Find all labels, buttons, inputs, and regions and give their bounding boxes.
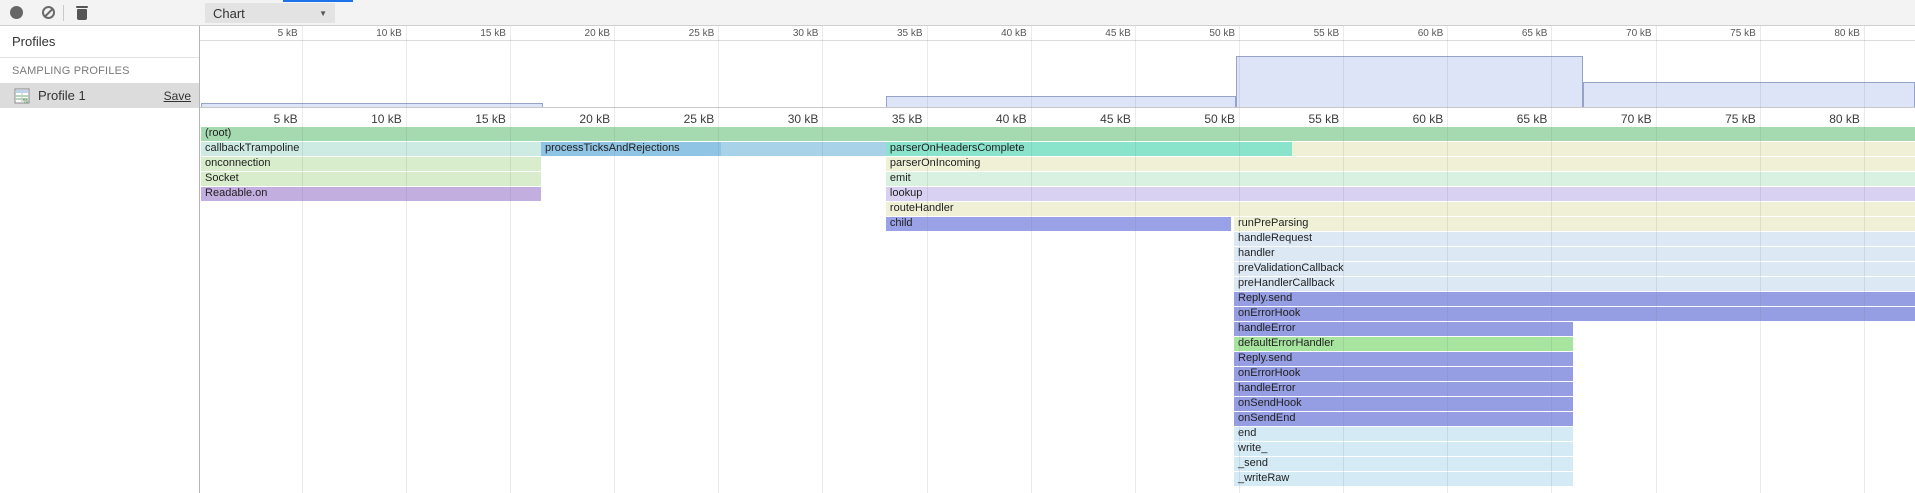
trash-icon[interactable] [76,6,88,20]
clear-icon[interactable] [42,6,55,19]
ruler-tick-label: 25 kB [654,28,714,39]
flame-bar-writeraw[interactable]: _writeRaw [1234,472,1573,486]
ruler-tick-label: 5 kB [238,28,298,39]
chart-view-select[interactable]: Chart ▼ [205,3,335,23]
ruler-tick-label: 60 kB [1379,112,1443,126]
ruler-tick-label: 40 kB [963,112,1027,126]
ruler-tick-label: 55 kB [1275,112,1339,126]
overview-segment [886,96,1236,107]
ruler-tick-label: 15 kB [442,112,506,126]
toolbar-separator [63,5,64,21]
flame-bar-onerrorhook[interactable]: onErrorHook [1234,307,1915,321]
ruler-tick-label: 5 kB [234,112,298,126]
profile-name: Profile 1 [38,88,164,103]
ruler-tick-label: 20 kB [546,112,610,126]
flame-bar-defaulterrorhandler[interactable]: defaultErrorHandler [1234,337,1573,351]
flame-bar[interactable] [1292,142,1915,156]
flame-bar-onerrorhook[interactable]: onErrorHook [1234,367,1573,381]
flame-bar-write[interactable]: write_ [1234,442,1573,456]
flamechart-ruler: 5 kB 10 kB 15 kB 20 kB 25 kB 30 kB 35 kB 40 kB 4… [200,111,1915,127]
flame-bar-reply-send[interactable]: Reply.send [1234,292,1915,306]
flamechart: (root)callbackTrampolineprocessTicksAndR… [200,127,1915,493]
flame-bar-handlerequest[interactable]: handleRequest [1234,232,1915,246]
flame-bar-callbacktrampoline[interactable]: callbackTrampoline [201,142,541,156]
trash-can [77,9,87,20]
ruler-tick-label: 35 kB [863,28,923,39]
ruler-tick-label: 10 kB [342,28,402,39]
flame-bar-parseronheaderscomplete[interactable]: parserOnHeadersComplete [886,142,1292,156]
ruler-tick-label: 75 kB [1696,28,1756,39]
ruler-tick-label: 50 kB [1175,28,1235,39]
ruler-tick-label: 80 kB [1796,112,1860,126]
chart-view-select-label: Chart [213,6,245,21]
ruler-tick-label: 50 kB [1171,112,1235,126]
flame-bar-onsendend[interactable]: onSendEnd [1234,412,1573,426]
profile-icon: % [14,88,30,104]
flame-bar-handler[interactable]: handler [1234,247,1915,261]
chart-region: 5 kB 10 kB 15 kB 20 kB 25 kB 30 kB 35 kB 40 kB 4… [200,26,1915,493]
svg-text:%: % [23,99,29,104]
overview-ruler: 5 kB 10 kB 15 kB 20 kB 25 kB 30 kB 35 kB 40 kB 4… [200,26,1915,40]
ruler-tick-label: 70 kB [1588,112,1652,126]
profile-save-link[interactable]: Save [164,89,191,103]
toolbar: Chart ▼ [0,0,1915,26]
flame-bar-readable-on[interactable]: Readable.on [201,187,541,201]
flame-bar-child[interactable]: child [886,217,1231,231]
ruler-tick-label: 30 kB [754,112,818,126]
flame-bar-handleerror[interactable]: handleError [1234,382,1573,396]
ruler-tick-label: 25 kB [650,112,714,126]
sampling-profiles-section-label: SAMPLING PROFILES [0,58,199,83]
ruler-tick-label: 40 kB [967,28,1027,39]
flame-bar-send[interactable]: _send [1234,457,1573,471]
flame-bar-onconnection[interactable]: onconnection [201,157,541,171]
flame-bar-routehandler[interactable]: routeHandler [886,202,1915,216]
ruler-tick-label: 65 kB [1483,112,1547,126]
profiles-header: Profiles [0,26,199,58]
ruler-tick-label: 60 kB [1383,28,1443,39]
ruler-tick-label: 10 kB [338,112,402,126]
trash-lid [76,6,88,8]
flame-bar-lookup[interactable]: lookup [886,187,1915,201]
ruler-tick-label: 35 kB [859,112,923,126]
overview-segment [1583,82,1915,107]
ruler-tick-label: 55 kB [1279,28,1339,39]
overview-segment [201,103,543,107]
flame-bar-emit[interactable]: emit [886,172,1915,186]
flame-bar-processticksandrejections[interactable]: processTicksAndRejections [541,142,721,156]
ruler-tick-label: 75 kB [1692,112,1756,126]
ruler-tick-label: 70 kB [1592,28,1652,39]
ruler-tick-label: 45 kB [1071,28,1131,39]
profiler-app: { "toolbar": { "chart_select_label": "Ch… [0,0,1915,493]
flame-bar-root[interactable]: (root) [201,127,1915,141]
chevron-down-icon: ▼ [319,9,327,18]
flame-bar-end[interactable]: end [1234,427,1573,441]
overview-pane[interactable] [200,40,1915,108]
sidebar: Profiles SAMPLING PROFILES % Profile 1 S… [0,26,200,493]
ruler-tick-label: 20 kB [550,28,610,39]
ruler-tick-label: 15 kB [446,28,506,39]
flame-bar-prevalidationcallback[interactable]: preValidationCallback [1234,262,1915,276]
record-button[interactable] [10,6,23,19]
ruler-tick-label: 80 kB [1800,28,1860,39]
flame-bar-onsendhook[interactable]: onSendHook [1234,397,1573,411]
flame-bar-runpreparsing[interactable]: runPreParsing [1234,217,1915,231]
sidebar-item-profile-1[interactable]: % Profile 1 Save [0,83,199,108]
flame-bar-handleerror[interactable]: handleError [1234,322,1573,336]
flame-bar-parseronincoming[interactable]: parserOnIncoming [886,157,1915,171]
flame-bar-socket[interactable]: Socket [201,172,541,186]
flame-bar-prehandlercallback[interactable]: preHandlerCallback [1234,277,1915,291]
flame-bar-reply-send[interactable]: Reply.send [1234,352,1573,366]
flame-bar[interactable] [721,142,886,156]
ruler-tick-label: 45 kB [1067,112,1131,126]
ruler-tick-label: 65 kB [1487,28,1547,39]
active-tab-indicator [283,0,353,2]
ruler-tick-label: 30 kB [758,28,818,39]
overview-segment [1236,56,1583,108]
